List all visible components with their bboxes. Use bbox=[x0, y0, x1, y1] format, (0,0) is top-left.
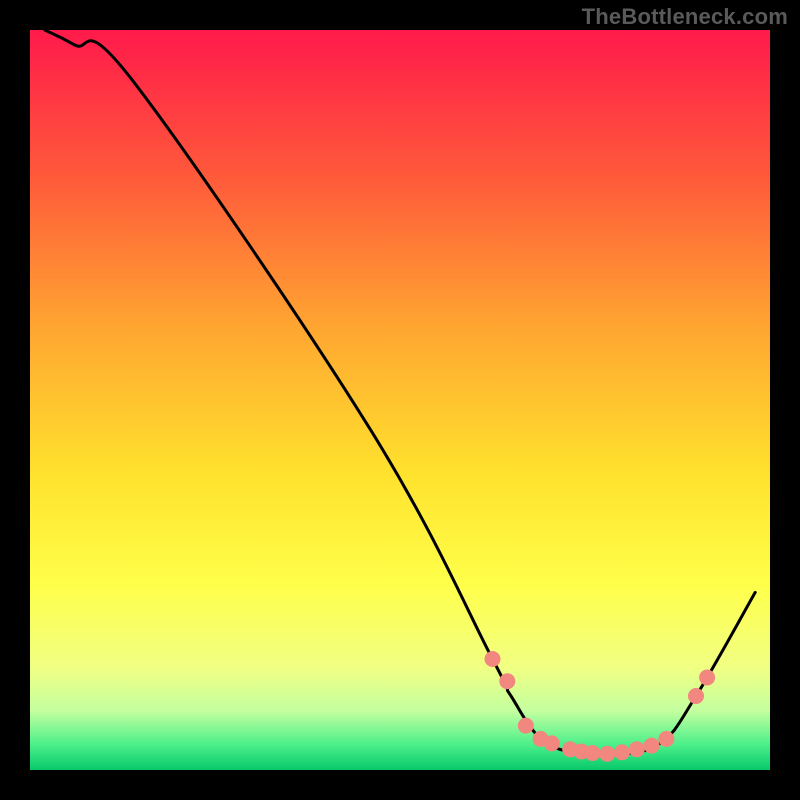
highlight-point bbox=[485, 651, 501, 667]
highlight-point bbox=[629, 741, 645, 757]
plot-svg bbox=[30, 30, 770, 770]
highlight-point bbox=[688, 688, 704, 704]
highlight-point bbox=[584, 745, 600, 761]
highlight-point bbox=[644, 738, 660, 754]
highlight-point bbox=[599, 746, 615, 762]
highlight-point bbox=[614, 744, 630, 760]
highlight-point bbox=[699, 670, 715, 686]
attribution-watermark: TheBottleneck.com bbox=[582, 4, 788, 30]
gradient-background bbox=[30, 30, 770, 770]
highlight-point bbox=[499, 673, 515, 689]
highlight-point bbox=[658, 731, 674, 747]
highlight-point bbox=[544, 735, 560, 751]
chart-frame: TheBottleneck.com bbox=[0, 0, 800, 800]
plot-area bbox=[30, 30, 770, 770]
highlight-point bbox=[518, 718, 534, 734]
